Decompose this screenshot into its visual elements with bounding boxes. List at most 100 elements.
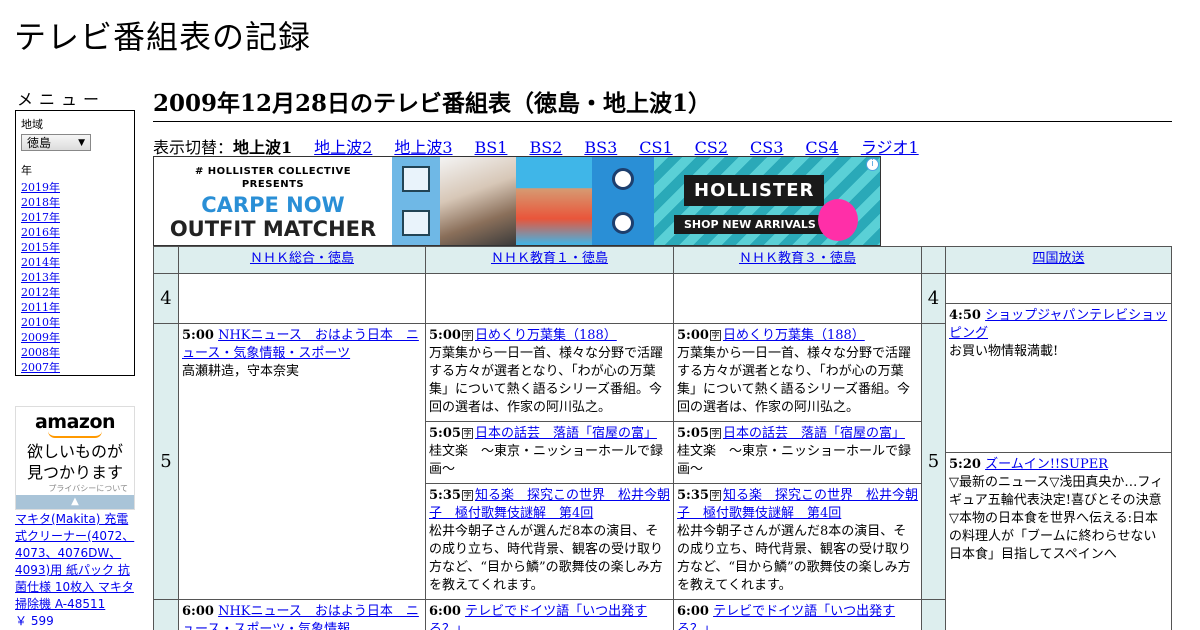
empty-slot (673, 273, 922, 324)
program-cell: 5:00 字日めくり万葉集（188） 万葉集から一日一首、様々な分野で活躍する方々… (425, 323, 674, 422)
empty-slot (178, 273, 426, 324)
program-cell: 6:00 テレビでドイツ語「いつ出発する？」 (425, 599, 674, 630)
program-desc: 松井今朝子さんが選んだ8本の演目、その成り立ち、時代背景、観客の受け取り方など、… (429, 524, 664, 593)
bolt-icon (612, 168, 634, 190)
ad-info-icon[interactable]: i (866, 158, 879, 171)
year-link[interactable]: 2010年 (21, 316, 60, 329)
menu-box: 地域 徳島 ▼ 年 2019年 2018年 2017年 2016年 2015年 … (15, 110, 135, 376)
program-time: 4:50 (949, 308, 981, 323)
year-label: 年 (21, 164, 32, 177)
program-desc: 高瀬耕造，守本奈実 (182, 364, 300, 379)
year-link[interactable]: 2011年 (21, 301, 60, 314)
year-link[interactable]: 2008年 (21, 346, 60, 359)
header-corner (921, 246, 946, 274)
band-link-terrestrial2[interactable]: 地上波2 (314, 138, 372, 157)
band-link-bs3[interactable]: BS3 (584, 138, 617, 157)
ad-collapse-bar[interactable]: ▲ (16, 495, 134, 509)
hour-cell: 4 (153, 273, 179, 324)
band-link-cs4[interactable]: CS4 (805, 138, 838, 157)
chevron-down-icon: ▼ (78, 137, 85, 148)
banner-bolt-icons (592, 157, 654, 245)
subtitle-icon: 字 (461, 490, 473, 501)
program-title-link[interactable]: テレビでドイツ語「いつ出発する？」 (429, 604, 647, 630)
hour-cell: 5 (921, 323, 946, 600)
program-title-link[interactable]: ズームイン!!SUPER (985, 457, 1108, 472)
year-link[interactable]: 2017年 (21, 211, 60, 224)
program-time: 6:00 (182, 604, 214, 619)
band-link-bs2[interactable]: BS2 (529, 138, 562, 157)
program-time: 6:00 (429, 604, 461, 619)
program-title-link[interactable]: テレビでドイツ語「いつ出発する？」 (677, 604, 895, 630)
band-link-radio1[interactable]: ラジオ1 (861, 138, 919, 157)
hollister-banner-ad[interactable]: # HOLLISTER COLLECTIVE PRESENTS CARPE NO… (153, 156, 881, 246)
program-desc: 万葉集から一日一首、様々な分野で活躍する方々が選者となり、「わが心の万葉集」につ… (429, 346, 664, 415)
chevron-up-icon: ▲ (71, 496, 79, 507)
subtitle-icon: 字 (709, 490, 721, 501)
program-title-link[interactable]: 日本の話芸 落語「宿屋の富」 (475, 426, 657, 441)
program-title-link[interactable]: NHKニュース おはよう日本 ニュース・気象情報・スポーツ (182, 328, 419, 361)
amazon-ad[interactable]: amazon 欲しいものが 見つかります プライバシーについて ▲ (15, 406, 135, 510)
year-link[interactable]: 2007年 (21, 361, 60, 374)
program-cell: 4:50 ショップジャパンテレビショッピング お買い物情報満載! (945, 303, 1172, 453)
year-link[interactable]: 2015年 (21, 241, 60, 254)
menu-label: メニュー (17, 90, 106, 109)
program-title-link[interactable]: ショップジャパンテレビショッピング (949, 308, 1167, 341)
program-cell: 5:00 NHKニュース おはよう日本 ニュース・気象情報・スポーツ 高瀬耕造，… (178, 323, 426, 600)
program-time: 6:00 (677, 604, 709, 619)
year-link[interactable]: 2018年 (21, 196, 60, 209)
year-list: 2019年 2018年 2017年 2016年 2015年 2014年 2013… (21, 180, 129, 375)
ad-tagline-line1: 欲しいものが (26, 442, 123, 461)
banner-text-panel: # HOLLISTER COLLECTIVE PRESENTS CARPE NO… (154, 157, 392, 245)
banner-cta-button[interactable]: SHOP NEW ARRIVALS (674, 215, 826, 234)
band-link-cs1[interactable]: CS1 (639, 138, 672, 157)
header-corner (153, 246, 179, 274)
subtitle-icon: 字 (461, 330, 473, 341)
page-heading: 2009年12月28日のテレビ番組表（徳島・地上波1） (153, 84, 1172, 122)
subtitle-icon: 字 (461, 428, 473, 439)
hour-cell-next (153, 599, 179, 630)
band-link-cs2[interactable]: CS2 (695, 138, 728, 157)
program-time: 5:00 (429, 328, 461, 343)
program-title-link[interactable]: NHKニュース おはよう日本 ニュース・スポーツ・気象情報 (182, 604, 419, 630)
site-title: テレビ番組表の記録 (14, 18, 312, 56)
year-link[interactable]: 2019年 (21, 181, 60, 194)
region-select[interactable]: 徳島 ▼ (21, 134, 91, 151)
program-desc: 万葉集から一日一首、様々な分野で活躍する方々が選者となり、「わが心の万葉集」につ… (677, 346, 912, 415)
program-time: 5:20 (949, 457, 981, 472)
product-price: ￥ 599 (15, 614, 54, 628)
channel-link[interactable]: 四国放送 (1032, 251, 1084, 266)
pink-blob-graphic (818, 199, 858, 241)
region-label: 地域 (21, 118, 43, 131)
year-link[interactable]: 2013年 (21, 271, 60, 284)
program-title-link[interactable]: 日めくり万葉集（188） (723, 328, 865, 343)
band-link-bs1[interactable]: BS1 (475, 138, 508, 157)
year-link[interactable]: 2012年 (21, 286, 60, 299)
product-link[interactable]: マキタ(Makita) 充電式クリーナー(4072、4073、4076DW、40… (15, 512, 134, 611)
band-link-cs3[interactable]: CS3 (750, 138, 783, 157)
current-band: 地上波1 (233, 138, 293, 157)
program-desc: ▽最新のニュース▽浅田真央か…フィギュア五輪代表決定!喜びとその決意▽本物の日本… (949, 475, 1164, 562)
band-switcher: 表示切替：地上波1 地上波2 地上波3 BS1 BS2 BS3 CS1 CS2 CS3 CS4 ラジ… (153, 134, 941, 158)
program-title-link[interactable]: 日本の話芸 落語「宿屋の富」 (723, 426, 905, 441)
ad-tagline: 欲しいものが 見つかります (16, 441, 134, 483)
program-title-link[interactable]: 日めくり万葉集（188） (475, 328, 617, 343)
program-time: 5:00 (677, 328, 709, 343)
year-link[interactable]: 2014年 (21, 256, 60, 269)
channel-link[interactable]: ＮＨＫ総合・徳島 (250, 251, 354, 266)
band-link-terrestrial3[interactable]: 地上波3 (394, 138, 452, 157)
program-time: 5:35 (429, 488, 461, 503)
ad-privacy-link[interactable]: プライバシーについて (16, 483, 128, 494)
hour-cell-next (921, 599, 946, 630)
year-link[interactable]: 2016年 (21, 226, 60, 239)
channel-link[interactable]: ＮＨＫ教育３・徳島 (739, 251, 856, 266)
program-cell: 5:05 字日本の話芸 落語「宿屋の富」 桂文楽 ～東京・ニッショーホールで録画～ (673, 421, 922, 484)
empty-slot (945, 273, 1172, 304)
year-link[interactable]: 2009年 (21, 331, 60, 344)
subtitle-icon: 字 (709, 330, 721, 341)
program-cell: 5:20 ズームイン!!SUPER ▽最新のニュース▽浅田真央か…フィギュア五輪… (945, 452, 1172, 630)
channel-link[interactable]: ＮＨＫ教育１・徳島 (491, 251, 608, 266)
schedule-grid: ＮＨＫ総合・徳島 ＮＨＫ教育１・徳島 ＮＨＫ教育３・徳島 四国放送 4 4 5 … (153, 246, 1172, 630)
banner-photo-1 (440, 157, 516, 245)
banner-headline-1: CARPE NOW (201, 193, 345, 217)
program-desc: 桂文楽 ～東京・ニッショーホールで録画～ (677, 444, 912, 477)
